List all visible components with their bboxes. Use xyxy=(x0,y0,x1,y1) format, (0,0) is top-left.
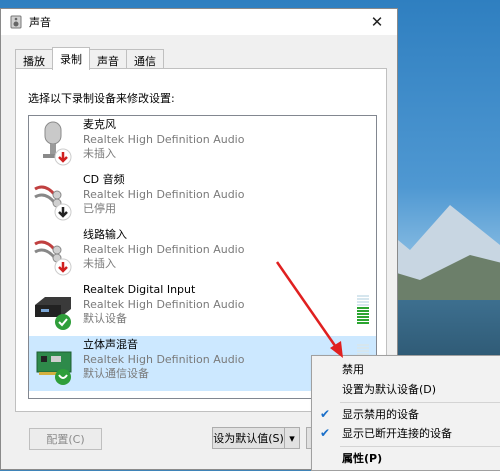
close-button[interactable]: ✕ xyxy=(357,9,397,35)
menu-item-properties[interactable]: 属性(P) xyxy=(312,448,500,468)
tab-sounds[interactable]: 声音 xyxy=(89,49,127,69)
configure-button[interactable]: 配置(C) xyxy=(29,428,102,450)
set-default-button[interactable]: 设为默认值(S) xyxy=(212,427,285,449)
device-name: 立体声混音 xyxy=(83,338,138,351)
device-name: 麦克风 xyxy=(83,118,116,131)
speaker-icon xyxy=(10,15,22,29)
device-driver: Realtek High Definition Audio xyxy=(83,352,245,366)
chevron-down-icon: ▾ xyxy=(289,431,295,445)
device-name: 线路输入 xyxy=(83,228,127,241)
device-driver: Realtek High Definition Audio xyxy=(83,187,245,201)
tab-playback[interactable]: 播放 xyxy=(15,49,53,69)
device-status: 默认通信设备 xyxy=(83,367,149,380)
set-default-dropdown[interactable]: ▾ xyxy=(284,427,300,449)
tab-recording[interactable]: 录制 xyxy=(52,47,90,70)
menu-item-show-disconnected[interactable]: ✔ 显示已断开连接的设备 xyxy=(312,423,500,443)
sound-card-icon xyxy=(36,351,72,385)
tab-communications[interactable]: 通信 xyxy=(126,49,164,69)
level-meter xyxy=(357,295,369,325)
device-name: CD 音频 xyxy=(83,173,125,186)
menu-item-label: 显示已断开连接的设备 xyxy=(342,427,452,440)
cd-audio-cable-icon xyxy=(34,185,72,221)
check-icon: ✔ xyxy=(320,407,331,421)
line-in-cable-icon xyxy=(34,240,72,276)
list-item[interactable]: CD 音频 Realtek High Definition Audio 已停用 xyxy=(29,171,376,226)
device-name: Realtek Digital Input xyxy=(83,283,196,296)
menu-item-show-disabled[interactable]: ✔ 显示禁用的设备 xyxy=(312,404,500,424)
device-status: 默认设备 xyxy=(83,312,127,325)
microphone-icon xyxy=(43,121,72,166)
device-status: 已停用 xyxy=(83,202,116,215)
device-driver: Realtek High Definition Audio xyxy=(83,132,245,146)
menu-separator xyxy=(340,446,500,447)
device-status: 未插入 xyxy=(83,257,116,270)
window-title: 声音 xyxy=(29,16,51,29)
device-driver: Realtek High Definition Audio xyxy=(83,297,245,311)
context-menu: 禁用 设置为默认设备(D) ✔ 显示禁用的设备 ✔ 显示已断开连接的设备 属性(… xyxy=(311,355,500,471)
list-item[interactable]: Realtek Digital Input Realtek High Defin… xyxy=(29,281,376,336)
device-driver: Realtek High Definition Audio xyxy=(83,242,245,256)
device-status: 未插入 xyxy=(83,147,116,160)
digital-input-icon xyxy=(35,297,71,330)
tab-strip: 播放 录制 声音 通信 xyxy=(15,47,164,70)
list-item[interactable]: 线路输入 Realtek High Definition Audio 未插入 xyxy=(29,226,376,281)
title-bar: 声音 ✕ xyxy=(1,9,397,35)
menu-item-label: 显示禁用的设备 xyxy=(342,408,419,421)
check-icon: ✔ xyxy=(320,426,331,440)
instruction-text: 选择以下录制设备来修改设置: xyxy=(28,92,175,105)
menu-item-disable[interactable]: 禁用 xyxy=(312,359,500,379)
menu-item-set-default[interactable]: 设置为默认设备(D) xyxy=(312,379,500,399)
list-item[interactable]: 麦克风 Realtek High Definition Audio 未插入 xyxy=(29,116,376,171)
menu-separator xyxy=(340,402,500,403)
